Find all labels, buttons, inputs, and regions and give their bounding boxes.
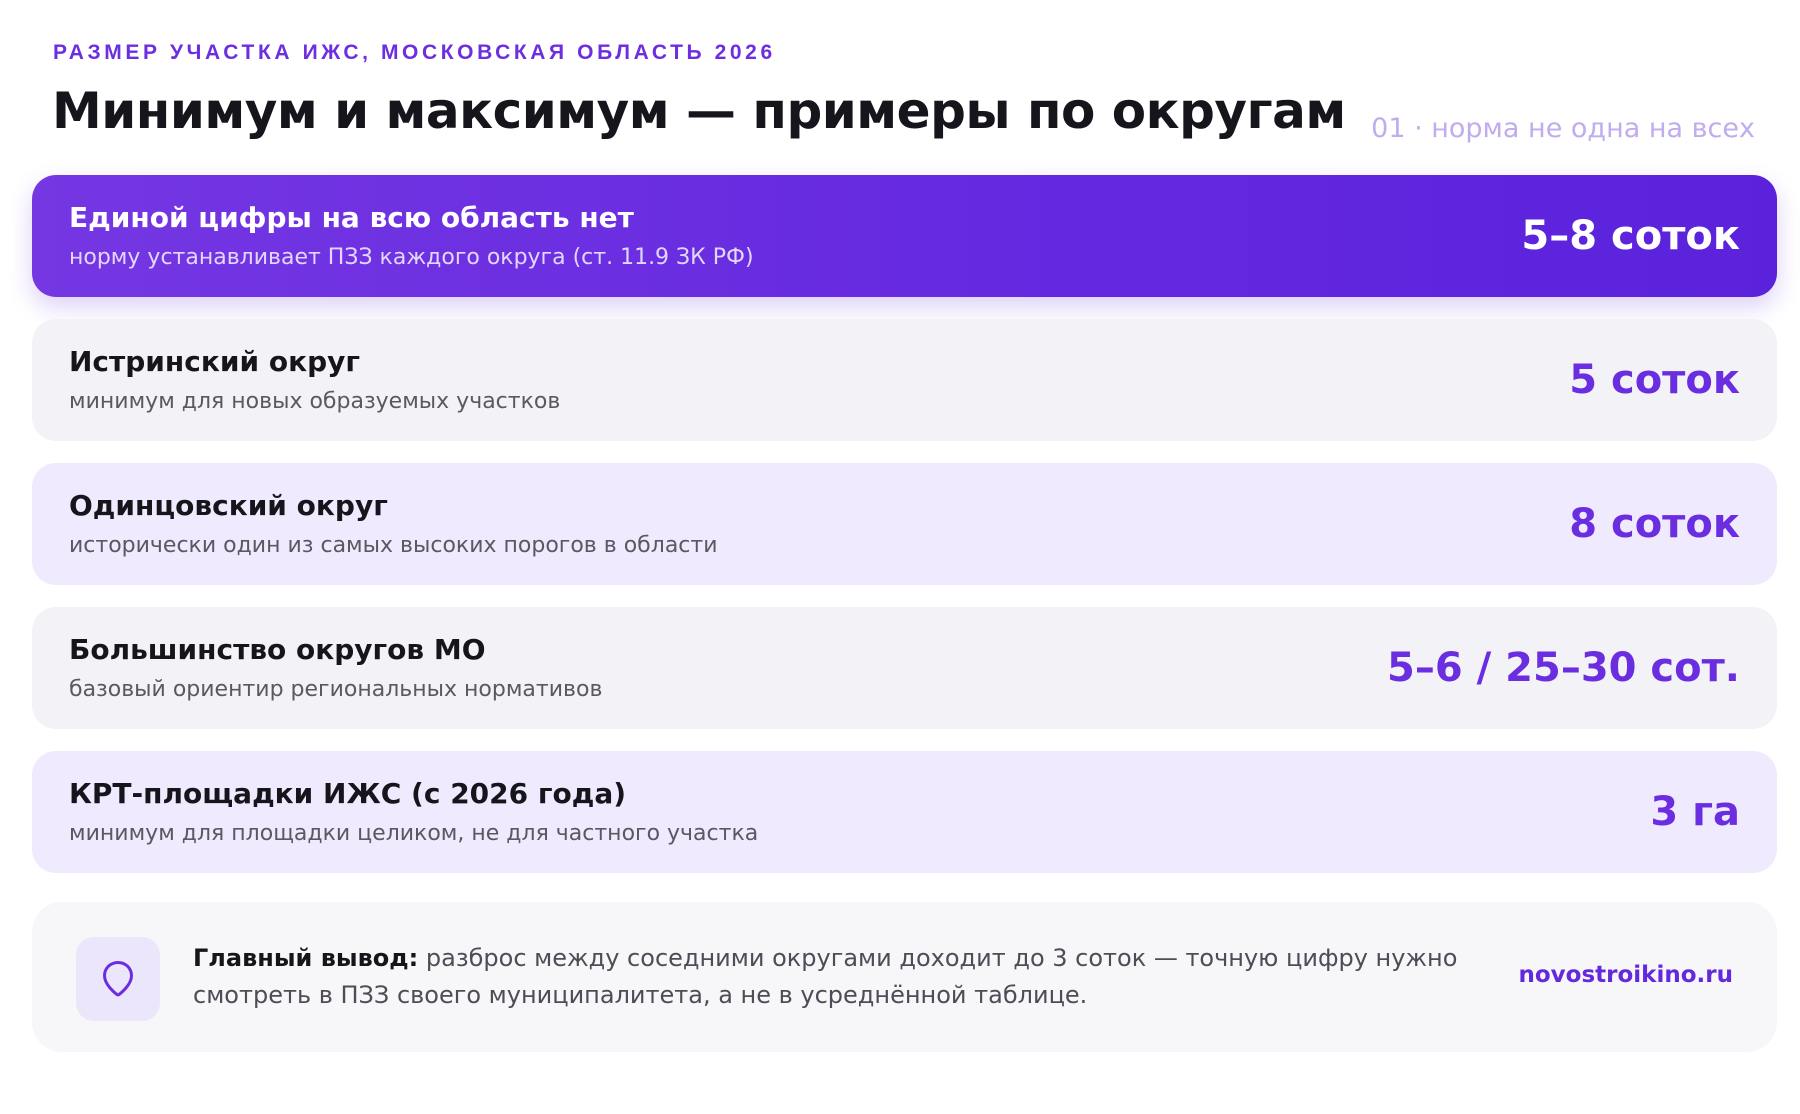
district-row-majority: Большинство округов МО базовый ориентир … [32, 607, 1777, 729]
summary-row: Единой цифры на всю область нет норму ус… [32, 175, 1777, 297]
takeaway-lead: Главный вывод: [193, 944, 419, 972]
row-description: норму устанавливает ПЗЗ каждого округа (… [69, 245, 754, 270]
row-value: 5 соток [1569, 357, 1740, 403]
row-description: минимум для площадки целиком, не для час… [69, 821, 759, 846]
section-note: 01 · норма не одна на всех [1371, 113, 1755, 144]
row-label: Одинцовский округ [69, 489, 388, 522]
district-row-odintsovo: Одинцовский округ исторически один из са… [32, 463, 1777, 585]
row-value: 5–8 соток [1521, 213, 1740, 259]
row-description: минимум для новых образуемых участков [69, 389, 561, 414]
row-value: 3 га [1650, 789, 1740, 835]
district-list: Единой цифры на всю область нет норму ус… [32, 175, 1777, 895]
row-value: 5–6 / 25–30 сот. [1387, 645, 1740, 691]
row-label: Истринский округ [69, 345, 361, 378]
row-description: исторически один из самых высоких порого… [69, 533, 718, 558]
map-pin-icon [76, 937, 160, 1021]
district-row-istra: Истринский округ минимум для новых образ… [32, 319, 1777, 441]
row-description: базовый ориентир региональных нормативов [69, 677, 603, 702]
takeaway-text: Главный вывод: разброс между соседними о… [193, 940, 1493, 1014]
district-row-krt: КРТ-площадки ИЖС (с 2026 года) минимум д… [32, 751, 1777, 873]
page-title: Минимум и максимум — примеры по округам [52, 82, 1346, 140]
row-label: КРТ-площадки ИЖС (с 2026 года) [69, 777, 627, 810]
row-label: Большинство округов МО [69, 633, 486, 666]
page-eyebrow: РАЗМЕР УЧАСТКА ИЖС, МОСКОВСКАЯ ОБЛАСТЬ 2… [53, 41, 776, 64]
row-label: Единой цифры на всю область нет [69, 201, 634, 234]
takeaway-card: Главный вывод: разброс между соседними о… [32, 902, 1777, 1052]
row-value: 8 соток [1569, 501, 1740, 547]
site-link[interactable]: novostroikino.ru [1519, 962, 1734, 988]
